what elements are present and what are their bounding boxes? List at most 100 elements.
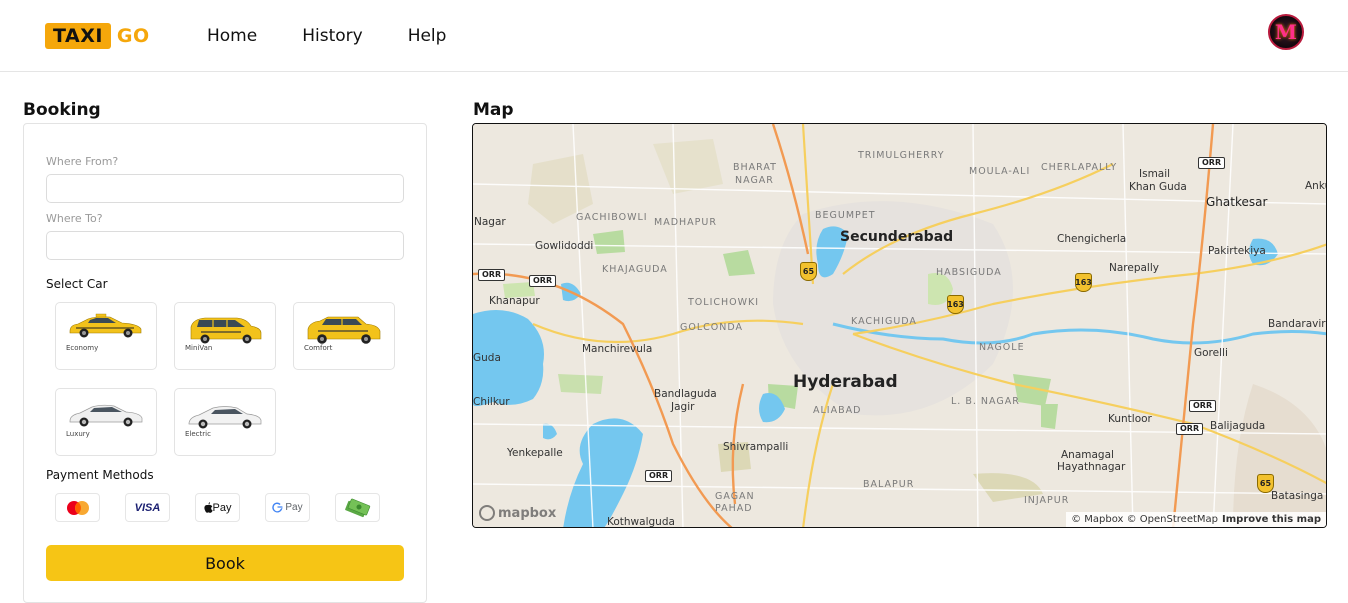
mapbox-logo[interactable]: mapbox xyxy=(479,505,556,521)
map-label-hyderabad: Hyderabad xyxy=(793,372,898,392)
car-label-economy: Economy xyxy=(66,344,99,352)
car-option-comfort[interactable]: Comfort xyxy=(293,302,395,370)
nh163-shield: 163 xyxy=(947,295,964,314)
map-label-anku: Anku xyxy=(1305,180,1326,192)
map-label-habsiguda: HABSIGUDA xyxy=(936,267,1002,278)
map-label-gagan: GAGAN xyxy=(715,491,755,502)
avatar-letter: M xyxy=(1274,20,1298,44)
map-label-bandlaguda: Bandlaguda xyxy=(654,388,717,400)
map-label-madhapur: MADHAPUR xyxy=(654,217,717,228)
google-pay-icon xyxy=(272,502,283,513)
map-label-manchirevula: Manchirevula xyxy=(582,343,653,355)
cash-icon xyxy=(344,498,370,517)
map-label-yenkepalle: Yenkepalle xyxy=(507,447,563,459)
map-attribution: © Mapbox © OpenStreetMap Improve this map xyxy=(1066,512,1326,527)
map-label-narepally: Narepally xyxy=(1109,262,1159,274)
orr-shield: ORR xyxy=(1189,400,1217,412)
map-label-pakirtekiya: Pakirtekiya xyxy=(1208,245,1266,257)
orr-shield: ORR xyxy=(645,470,673,482)
map-label-gachibowli: GACHIBOWLI xyxy=(576,212,648,223)
map-label-balijaguda: Balijaguda xyxy=(1210,420,1266,432)
map-title: Map xyxy=(473,100,514,120)
suv-icon xyxy=(307,316,381,344)
booking-card: Where From? Where To? Select Car Economy… xyxy=(23,123,427,603)
map-label-hayathnagar: Hayathnagar xyxy=(1057,461,1126,473)
pay-option-cash[interactable] xyxy=(335,493,380,522)
map-label-tolichowki: TOLICHOWKI xyxy=(688,297,760,308)
map-label-pahad: PAHAD xyxy=(715,503,753,514)
pay-option-apple-pay[interactable]: Pay xyxy=(195,493,240,522)
map-label-golconda: GOLCONDA xyxy=(680,322,743,333)
minivan-icon xyxy=(190,317,262,344)
from-input[interactable] xyxy=(46,174,404,203)
map-label-anamagal: Anamagal xyxy=(1061,449,1114,461)
logo-go-text: GO xyxy=(116,25,150,47)
taxi-car-icon xyxy=(69,313,142,338)
map-label-chengicherla: Chengicherla xyxy=(1057,233,1127,245)
nav-home[interactable]: Home xyxy=(207,26,257,46)
car-option-minivan[interactable]: MiniVan xyxy=(174,302,276,370)
car-label-luxury: Luxury xyxy=(66,430,90,438)
map-label-nagar: Nagar xyxy=(474,216,506,228)
nav-help[interactable]: Help xyxy=(408,26,447,46)
map-label-trimulgherry: TRIMULGHERRY xyxy=(858,150,945,161)
apple-pay-icon xyxy=(203,502,213,513)
pay-option-google-pay[interactable]: Pay xyxy=(265,493,310,522)
map-label-khanapur: Khanapur xyxy=(489,295,540,307)
mapbox-icon xyxy=(479,505,495,521)
pay-option-mastercard[interactable] xyxy=(55,493,100,522)
improve-map-link[interactable]: Improve this map xyxy=(1222,514,1321,525)
map-label-chilkur: Chilkur xyxy=(473,396,510,408)
map-label-lb-nagar: L. B. NAGAR xyxy=(951,396,1020,407)
map-label-bandaraviryala: Bandaraviryala xyxy=(1268,318,1326,330)
nh65-shield: 65 xyxy=(800,262,817,281)
user-avatar[interactable]: M xyxy=(1268,14,1304,50)
to-input[interactable] xyxy=(46,231,404,260)
mapbox-logo-text: mapbox xyxy=(498,505,557,521)
nh65-shield: 65 xyxy=(1257,474,1274,493)
map-label-ghatkesar: Ghatkesar xyxy=(1206,195,1268,209)
visa-icon: VISA xyxy=(134,501,161,514)
orr-shield: ORR xyxy=(478,269,506,281)
map-label-guda: Guda xyxy=(473,352,501,364)
map-label-gorelli: Gorelli xyxy=(1194,347,1228,359)
logo-taxi-text: TAXI xyxy=(45,23,111,49)
car-label-electric: Electric xyxy=(185,430,211,438)
map-label-balapur: BALAPUR xyxy=(863,479,915,490)
orr-shield: ORR xyxy=(1176,423,1204,435)
map-label-nagar-district: NAGAR xyxy=(735,175,774,186)
car-option-luxury[interactable]: Luxury xyxy=(55,388,157,456)
map-label-begumpet: BEGUMPET xyxy=(815,210,876,221)
pay-option-visa[interactable]: VISA xyxy=(125,493,170,522)
payment-methods-label: Payment Methods xyxy=(46,468,154,482)
map-label-moula-ali: MOULA-ALI xyxy=(969,166,1031,177)
orr-shield: ORR xyxy=(529,275,557,287)
map-label-kachiguda: KACHIGUDA xyxy=(851,316,917,327)
map-label-ismail: Ismail xyxy=(1139,168,1171,180)
top-navbar: TAXI GO Home History Help M xyxy=(0,0,1348,72)
map-view[interactable]: Hyderabad Secunderabad TRIMULGHERRY MOUL… xyxy=(472,123,1327,528)
map-label-khajaguda: KHAJAGUDA xyxy=(602,264,668,275)
map-label-aliabad: ALIABAD xyxy=(813,405,862,416)
map-label-batasinga: Batasinga xyxy=(1271,490,1324,502)
taxigo-logo[interactable]: TAXI GO xyxy=(45,23,150,49)
attribution-text[interactable]: © Mapbox © OpenStreetMap xyxy=(1071,514,1218,525)
map-label-bharat: BHARAT xyxy=(733,162,777,173)
map-label-kothwalguda: Kothwalguda xyxy=(607,516,675,528)
luxury-car-icon xyxy=(69,404,143,427)
car-option-economy[interactable]: Economy xyxy=(55,302,157,370)
to-label: Where To? xyxy=(46,212,103,225)
apple-pay-text: Pay xyxy=(212,501,232,514)
orr-shield: ORR xyxy=(1198,157,1226,169)
mastercard-icon xyxy=(66,500,89,515)
car-label-minivan: MiniVan xyxy=(185,344,213,352)
map-label-secunderabad: Secunderabad xyxy=(840,229,954,245)
nav-history[interactable]: History xyxy=(302,26,362,46)
select-car-label: Select Car xyxy=(46,277,108,291)
map-label-jagir: Jagir xyxy=(671,401,695,413)
map-label-khanguda: Khan Guda xyxy=(1129,181,1187,193)
nh163-shield: 163 xyxy=(1075,273,1092,292)
book-button[interactable]: Book xyxy=(46,545,404,581)
car-option-electric[interactable]: Electric xyxy=(174,388,276,456)
map-label-cherlapally: CHERLAPALLY xyxy=(1041,162,1118,173)
